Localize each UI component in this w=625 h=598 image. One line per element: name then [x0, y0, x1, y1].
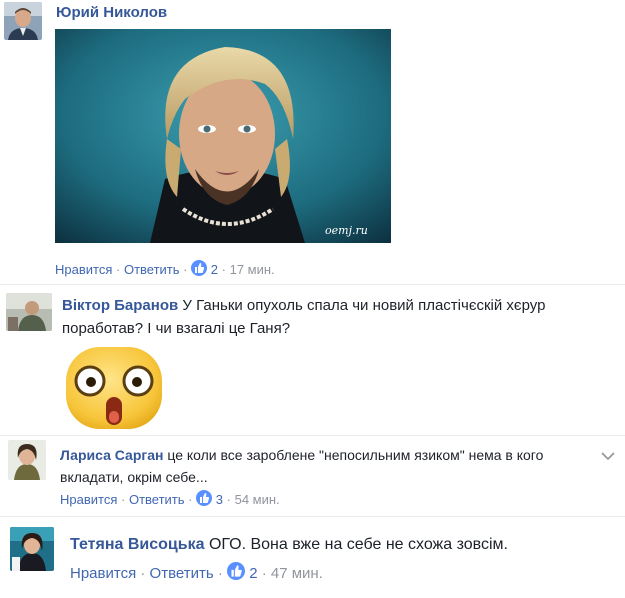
separator-dot: ·	[140, 565, 146, 582]
comment-author[interactable]: Лариса Сарган	[60, 447, 163, 463]
reaction-count[interactable]: 2	[249, 565, 257, 582]
comment-actions: Нравится · Ответить · 2 · 47 мин.	[70, 562, 323, 582]
comment-time[interactable]: 47 мин.	[271, 565, 323, 582]
like-link[interactable]: Нравится	[55, 262, 112, 277]
attached-photo[interactable]: oemj.ru	[55, 29, 391, 243]
reply-link[interactable]: Ответить	[150, 565, 214, 582]
separator-dot: ·	[188, 492, 193, 507]
avatar[interactable]	[8, 440, 46, 480]
comment-body: Тетяна Висоцька ОГО. Вона вже на себе не…	[70, 533, 610, 557]
comment-text: поработав? І чи взагалі це Ганя?	[62, 320, 291, 337]
comment-author[interactable]: Юрий Николов	[56, 4, 167, 21]
separator-dot: ·	[221, 262, 226, 277]
comment-text: це коли все зароблене "непосильним язико…	[167, 447, 544, 463]
separator-dot: ·	[116, 262, 121, 277]
comment-text: ОГО. Вона вже на себе не схожа зовсім.	[208, 536, 508, 553]
comment-body: Лариса Сарган це коли все зароблене "неп…	[60, 444, 600, 488]
comment-larysa: Лариса Сарган це коли все зароблене "неп…	[0, 436, 625, 516]
shocked-face-sticker[interactable]	[62, 345, 166, 431]
avatar[interactable]	[10, 527, 54, 571]
comment-actions: Нравится · Ответить · 2 · 17 мин.	[55, 260, 275, 277]
separator-dot: ·	[121, 492, 126, 507]
separator-dot: ·	[183, 262, 188, 277]
separator-dot: ·	[217, 565, 223, 582]
comment-time[interactable]: 54 мин.	[235, 492, 280, 507]
like-link[interactable]: Нравится	[60, 492, 117, 507]
comment-actions: Нравится · Ответить · 3 · 54 мин.	[60, 490, 280, 507]
comment-text: вкладати, окрім себе...	[60, 469, 208, 485]
comment-author[interactable]: Тетяна Висоцька	[70, 536, 204, 553]
reaction-count[interactable]: 3	[216, 492, 223, 507]
separator-dot: ·	[261, 565, 267, 582]
image-watermark: oemj.ru	[325, 224, 368, 237]
comment-viktor: Віктор Баранов У Ганьки опухоль спала чи…	[0, 285, 625, 435]
thumbs-up-icon[interactable]	[196, 490, 213, 506]
like-link[interactable]: Нравится	[70, 565, 136, 582]
comment-tetiana: Тетяна Висоцька ОГО. Вона вже на себе не…	[0, 517, 625, 598]
reply-link[interactable]: Ответить	[124, 262, 180, 277]
comment-text: У Ганьки опухоль спала чи новий пластічє…	[182, 297, 546, 314]
avatar[interactable]	[4, 2, 42, 40]
comment-body: Віктор Баранов У Ганьки опухоль спала чи…	[62, 294, 602, 340]
thumbs-up-icon[interactable]	[227, 562, 246, 580]
reaction-count[interactable]: 2	[211, 262, 218, 277]
avatar[interactable]	[6, 293, 52, 331]
comment-time[interactable]: 17 мин.	[230, 262, 275, 277]
comment-yuriy: Юрий Николов oemj.ru Нравится · Ответить…	[0, 0, 625, 285]
comment-author[interactable]: Віктор Баранов	[62, 297, 178, 314]
chevron-down-icon[interactable]	[601, 448, 615, 461]
thumbs-up-icon[interactable]	[191, 260, 208, 276]
separator-dot: ·	[226, 492, 231, 507]
reply-link[interactable]: Ответить	[129, 492, 185, 507]
